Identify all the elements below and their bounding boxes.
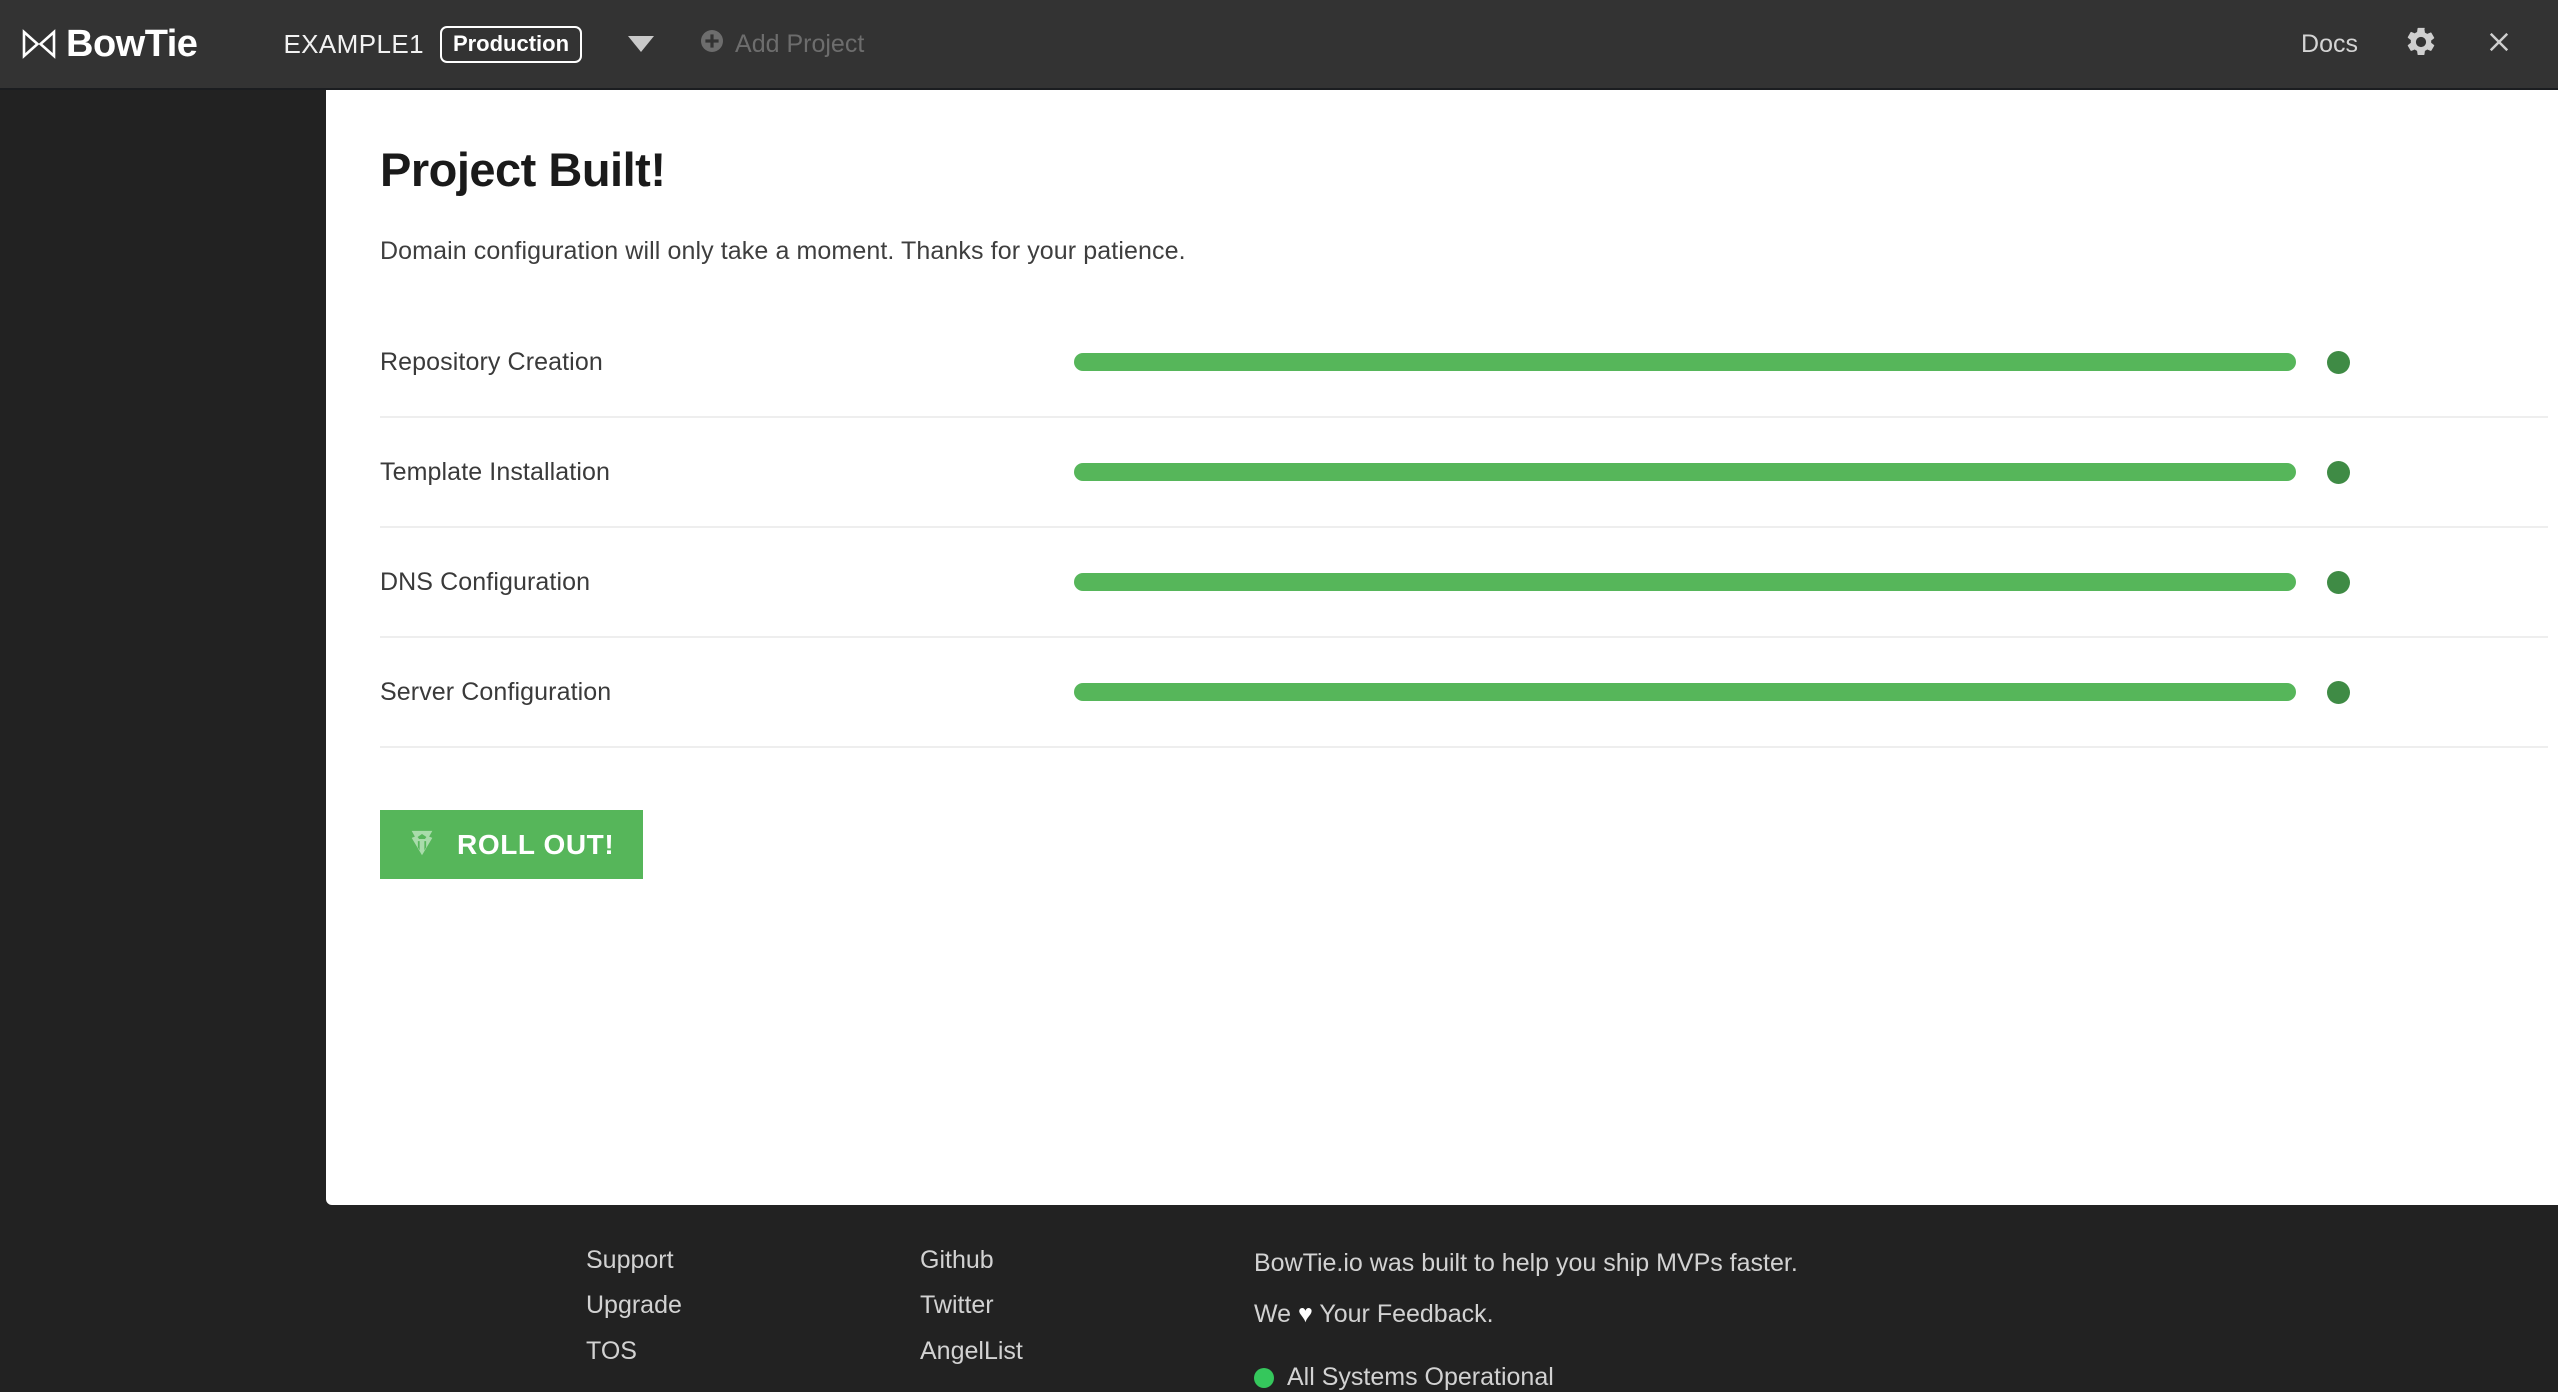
footer-link-github[interactable]: Github (920, 1247, 1254, 1273)
footer-blurb-line-two: We ♥ Your Feedback. (1254, 1298, 1798, 1330)
add-project-label: Add Project (735, 30, 864, 59)
table-row: Server Configuration (380, 638, 2548, 748)
progress-track (1074, 573, 2296, 591)
table-row: Repository Creation (380, 308, 2548, 418)
table-row: DNS Configuration (380, 528, 2548, 638)
page-footer: Support Upgrade TOS Github Twitter Angel… (0, 1205, 2558, 1358)
progress-fill (1074, 573, 2296, 591)
footer-column-two: Github Twitter AngelList (920, 1247, 1254, 1392)
roll-out-button[interactable]: ROLL OUT! (380, 810, 643, 879)
task-label: Template Installation (380, 458, 1074, 487)
footer-column-one: Support Upgrade TOS (586, 1247, 920, 1392)
footer-link-support[interactable]: Support (586, 1247, 920, 1273)
footer-blurb-feedback: Your Feedback. (1319, 1300, 1493, 1328)
progress-track (1074, 353, 2296, 371)
close-icon[interactable] (2484, 27, 2514, 62)
heart-icon: ♥ (1298, 1300, 1313, 1328)
progress-fill (1074, 683, 2296, 701)
main-content-panel: Project Built! Domain configuration will… (326, 90, 2558, 1205)
brand-name: BowTie (66, 25, 197, 63)
footer-blurb-we: We (1254, 1300, 1291, 1328)
autobot-emblem-icon (407, 828, 437, 861)
page-subtitle: Domain configuration will only take a mo… (380, 237, 2558, 266)
docs-link[interactable]: Docs (2301, 30, 2358, 59)
rollout-button-container: ROLL OUT! (380, 810, 2558, 879)
status-badge (2327, 571, 2350, 594)
bowtie-icon (22, 29, 56, 59)
footer-link-tos[interactable]: TOS (586, 1338, 920, 1364)
status-dot-icon (1254, 1368, 1274, 1388)
environment-badge: Production (440, 26, 582, 63)
plus-circle-icon (700, 29, 724, 60)
project-selector[interactable]: EXAMPLE1 Production (283, 26, 582, 63)
task-label: DNS Configuration (380, 568, 1074, 597)
status-badge (2327, 461, 2350, 484)
page-title: Project Built! (380, 142, 2558, 197)
progress-fill (1074, 463, 2296, 481)
status-badge (2327, 681, 2350, 704)
left-dark-rail (0, 90, 326, 1358)
chevron-down-icon[interactable] (628, 36, 654, 52)
brand-logo[interactable]: BowTie (22, 25, 197, 63)
system-status-label: All Systems Operational (1287, 1363, 1554, 1392)
status-badge (2327, 351, 2350, 374)
footer-link-upgrade[interactable]: Upgrade (586, 1292, 920, 1318)
table-row: Template Installation (380, 418, 2548, 528)
task-label: Repository Creation (380, 348, 1074, 377)
progress-track (1074, 463, 2296, 481)
system-status[interactable]: All Systems Operational (1254, 1363, 1798, 1392)
roll-out-label: ROLL OUT! (457, 829, 614, 861)
top-header-bar: BowTie EXAMPLE1 Production Add Project D… (0, 0, 2558, 90)
add-project-button[interactable]: Add Project (700, 29, 864, 60)
footer-link-twitter[interactable]: Twitter (920, 1292, 1254, 1318)
header-actions: Docs (2301, 25, 2514, 64)
project-name: EXAMPLE1 (283, 29, 424, 60)
task-label: Server Configuration (380, 678, 1074, 707)
progress-fill (1074, 353, 2296, 371)
build-task-list: Repository Creation Template Installatio… (380, 308, 2558, 748)
gear-icon[interactable] (2404, 25, 2438, 64)
progress-track (1074, 683, 2296, 701)
footer-blurb: BowTie.io was built to help you ship MVP… (1254, 1247, 1798, 1392)
footer-blurb-line-one: BowTie.io was built to help you ship MVP… (1254, 1247, 1798, 1279)
footer-link-angellist[interactable]: AngelList (920, 1338, 1254, 1364)
